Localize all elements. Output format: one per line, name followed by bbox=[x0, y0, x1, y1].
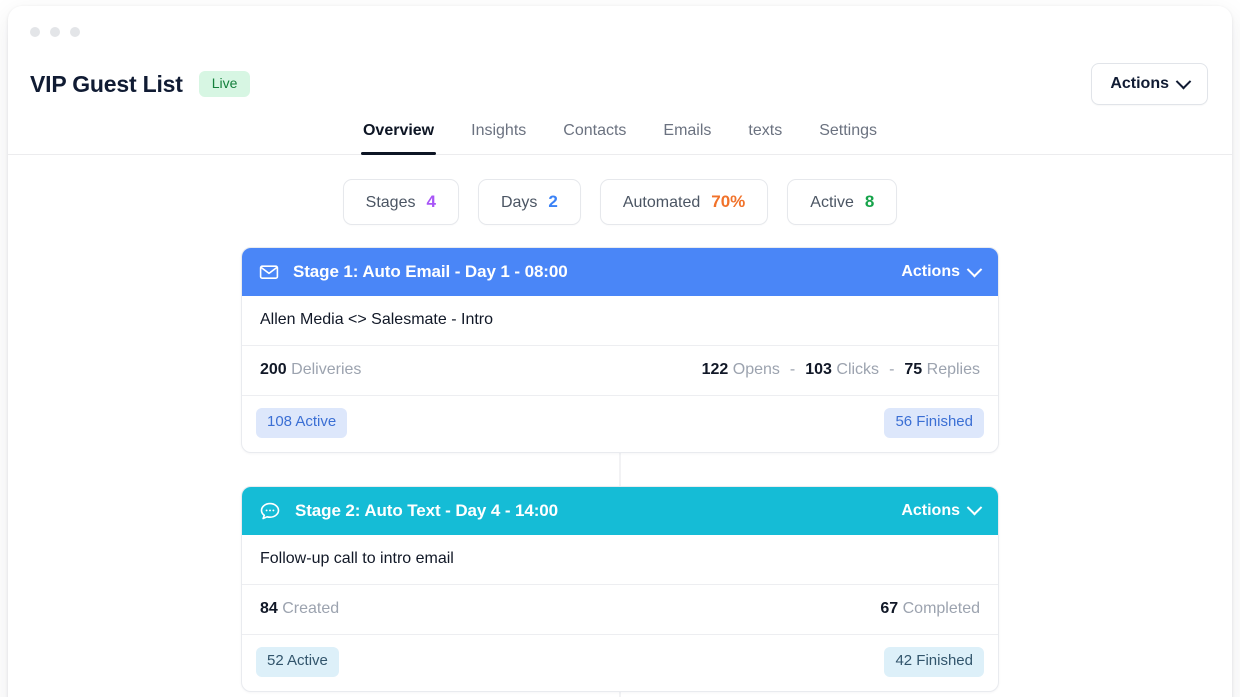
metric-deliveries-value: 200 bbox=[260, 361, 287, 378]
stage-card-actions-button[interactable]: Actions bbox=[901, 263, 980, 281]
stage-card-header-left: Stage 2: Auto Text - Day 4 - 14:00 bbox=[259, 501, 558, 521]
tab-contacts[interactable]: Contacts bbox=[561, 116, 628, 154]
metric-deliveries: 200 Deliveries bbox=[260, 361, 361, 379]
stage-card-title: Stage 2: Auto Text - Day 4 - 14:00 bbox=[295, 501, 558, 521]
stage-card-header: Stage 2: Auto Text - Day 4 - 14:00 Actio… bbox=[242, 487, 998, 535]
stat-pill-row: Stages 4 Days 2 Automated 70% Active 8 bbox=[8, 179, 1232, 225]
metric-opens-label: Opens bbox=[733, 361, 780, 378]
metric-completed: 67 Completed bbox=[880, 600, 980, 618]
metric-clicks: 103 Clicks bbox=[805, 361, 879, 379]
tab-texts[interactable]: texts bbox=[746, 116, 784, 154]
metric-created: 84 Created bbox=[260, 600, 339, 618]
window-maximize-button[interactable] bbox=[70, 27, 80, 37]
metric-deliveries-label: Deliveries bbox=[291, 361, 361, 378]
metric-replies-label: Replies bbox=[927, 361, 980, 378]
chevron-down-icon bbox=[967, 500, 983, 516]
stage-card-metrics: 84 Created 67 Completed bbox=[242, 585, 998, 635]
chat-bubble-icon bbox=[259, 501, 281, 521]
stat-pill-days[interactable]: Days 2 bbox=[478, 179, 581, 225]
stage-card-header-left: Stage 1: Auto Email - Day 1 - 08:00 bbox=[259, 262, 568, 282]
metric-separator: - bbox=[790, 361, 795, 379]
stage-card-header: Stage 1: Auto Email - Day 1 - 08:00 Acti… bbox=[242, 248, 998, 296]
app-root: VIP Guest List Live Actions Overview Ins… bbox=[0, 0, 1240, 697]
stat-pill-active-value: 8 bbox=[865, 192, 874, 212]
metric-clicks-label: Clicks bbox=[836, 361, 879, 378]
stat-pill-automated-value: 70% bbox=[711, 192, 745, 212]
envelope-icon bbox=[259, 262, 279, 282]
status-badge: Live bbox=[199, 71, 251, 97]
stage-card-footer: 108 Active 56 Finished bbox=[242, 396, 998, 452]
page-title: VIP Guest List bbox=[30, 71, 183, 98]
finished-count-badge[interactable]: 42 Finished bbox=[884, 647, 984, 677]
stat-pill-stages-value: 4 bbox=[426, 192, 435, 212]
metric-clicks-value: 103 bbox=[805, 361, 832, 378]
browser-window: VIP Guest List Live Actions Overview Ins… bbox=[8, 6, 1232, 697]
metric-replies-value: 75 bbox=[904, 361, 922, 378]
stat-pill-days-label: Days bbox=[501, 194, 537, 212]
stat-pill-days-value: 2 bbox=[548, 192, 557, 212]
window-titlebar bbox=[8, 6, 1232, 58]
tab-settings[interactable]: Settings bbox=[817, 116, 879, 154]
stage-card-footer: 52 Active 42 Finished bbox=[242, 635, 998, 691]
stage-card: Stage 2: Auto Text - Day 4 - 14:00 Actio… bbox=[241, 486, 999, 692]
header-actions-button[interactable]: Actions bbox=[1091, 63, 1208, 105]
finished-count-badge[interactable]: 56 Finished bbox=[884, 408, 984, 438]
stat-pill-automated-label: Automated bbox=[623, 194, 700, 212]
window-close-button[interactable] bbox=[30, 27, 40, 37]
chevron-down-icon bbox=[1176, 73, 1192, 89]
stage-flow: Stage 1: Auto Email - Day 1 - 08:00 Acti… bbox=[8, 247, 1232, 697]
stat-pill-automated[interactable]: Automated 70% bbox=[600, 179, 768, 225]
header-actions-label: Actions bbox=[1110, 75, 1169, 93]
stage-card-actions-label: Actions bbox=[901, 263, 960, 281]
metric-opens-value: 122 bbox=[702, 361, 729, 378]
tab-insights[interactable]: Insights bbox=[469, 116, 528, 154]
page-header: VIP Guest List Live Actions bbox=[8, 58, 1232, 110]
stat-pill-stages-label: Stages bbox=[366, 194, 416, 212]
metric-replies: 75 Replies bbox=[904, 361, 980, 379]
stage-card: Stage 1: Auto Email - Day 1 - 08:00 Acti… bbox=[241, 247, 999, 453]
stat-pill-stages[interactable]: Stages 4 bbox=[343, 179, 459, 225]
metric-created-value: 84 bbox=[260, 600, 278, 617]
window-traffic-lights bbox=[30, 27, 80, 37]
metric-created-label: Created bbox=[282, 600, 339, 617]
stage-card-metrics-right: 122 Opens - 103 Clicks - 75 Replies bbox=[702, 361, 980, 379]
page-title-group: VIP Guest List Live bbox=[30, 71, 250, 98]
metric-opens: 122 Opens bbox=[702, 361, 780, 379]
tab-bar: Overview Insights Contacts Emails texts … bbox=[8, 110, 1232, 155]
tab-overview[interactable]: Overview bbox=[361, 116, 436, 154]
metric-separator: - bbox=[889, 361, 894, 379]
stage-card-title: Stage 1: Auto Email - Day 1 - 08:00 bbox=[293, 262, 568, 282]
stage-card-subject: Allen Media <> Salesmate - Intro bbox=[242, 296, 998, 346]
chevron-down-icon bbox=[967, 261, 983, 277]
window-minimize-button[interactable] bbox=[50, 27, 60, 37]
stat-pill-active[interactable]: Active 8 bbox=[787, 179, 897, 225]
metric-completed-label: Completed bbox=[903, 600, 980, 617]
stage-card-subject: Follow-up call to intro email bbox=[242, 535, 998, 585]
stage-card-metrics: 200 Deliveries 122 Opens - 103 Clicks bbox=[242, 346, 998, 396]
tab-emails[interactable]: Emails bbox=[661, 116, 713, 154]
stage-card-metrics-right: 67 Completed bbox=[880, 600, 980, 618]
active-count-badge[interactable]: 108 Active bbox=[256, 408, 347, 438]
stat-pill-active-label: Active bbox=[810, 194, 854, 212]
metric-completed-value: 67 bbox=[880, 600, 898, 617]
stage-card-actions-button[interactable]: Actions bbox=[901, 502, 980, 520]
tab-list: Overview Insights Contacts Emails texts … bbox=[8, 110, 1232, 154]
stage-card-actions-label: Actions bbox=[901, 502, 960, 520]
active-count-badge[interactable]: 52 Active bbox=[256, 647, 339, 677]
